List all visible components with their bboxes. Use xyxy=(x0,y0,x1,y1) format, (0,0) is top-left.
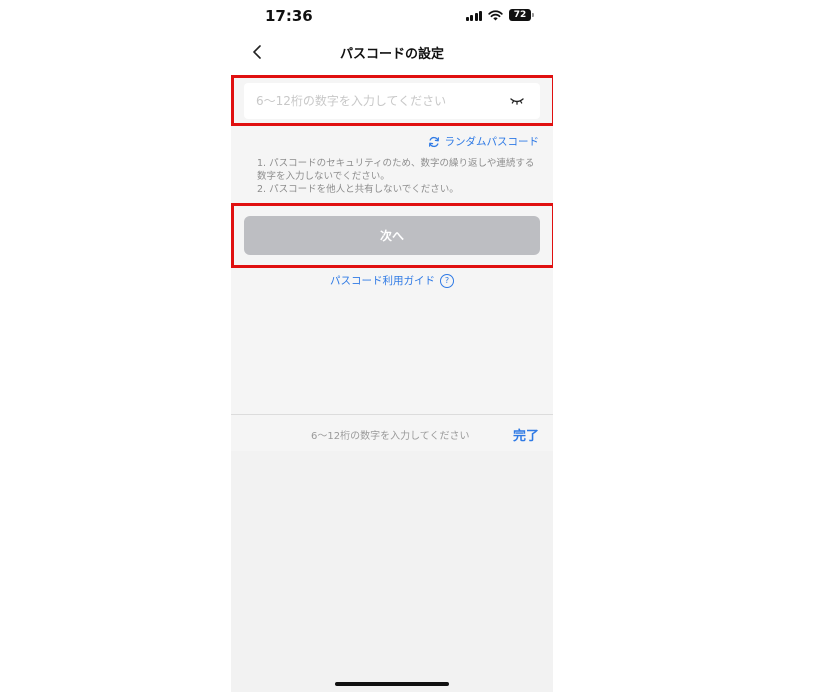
nav-bar: パスコードの設定 xyxy=(231,36,553,68)
passcode-notes: 1. パスコードのセキュリティのため、数字の繰り返しや連続する数字を入力しないで… xyxy=(257,157,537,196)
home-indicator xyxy=(335,682,449,686)
signal-icon xyxy=(465,10,482,21)
refresh-icon xyxy=(428,136,439,147)
keyboard-hint: 6～12桁の数字を入力してください xyxy=(311,431,470,442)
note-item: 1. パスコードのセキュリティのため、数字の繰り返しや連続する数字を入力しないで… xyxy=(257,158,535,182)
toggle-visibility-button[interactable] xyxy=(506,93,528,109)
status-bar: 17:36 72 xyxy=(231,0,553,36)
random-passcode-label: ランダムパスコード xyxy=(444,136,540,148)
keyboard-toolbar: 6～12桁の数字を入力してください 完了 xyxy=(231,414,553,452)
page-title: パスコードの設定 xyxy=(339,47,444,62)
help-circle-icon: ? xyxy=(440,273,454,288)
passcode-guide-link[interactable]: パスコード利用ガイド ? xyxy=(231,273,553,288)
phone-screen: 17:36 72 パスコードの設定 ランダムパスコード 1. パスコードのセキュ… xyxy=(231,0,553,692)
keyboard-area xyxy=(231,451,553,692)
wifi-icon xyxy=(488,9,503,20)
status-time: 17:36 xyxy=(265,7,313,25)
battery-icon: 72 xyxy=(509,9,534,21)
status-icons: 72 xyxy=(465,9,534,21)
eye-closed-icon xyxy=(510,98,524,105)
passcode-input[interactable] xyxy=(244,82,506,120)
note-item: 2. パスコードを他人と共有しないでください。 xyxy=(257,184,459,195)
done-button[interactable]: 完了 xyxy=(513,425,539,444)
next-button[interactable]: 次へ xyxy=(244,216,540,255)
random-passcode-link[interactable]: ランダムパスコード xyxy=(428,134,540,149)
guide-label: パスコード利用ガイド xyxy=(330,275,435,287)
passcode-field[interactable] xyxy=(244,82,540,120)
